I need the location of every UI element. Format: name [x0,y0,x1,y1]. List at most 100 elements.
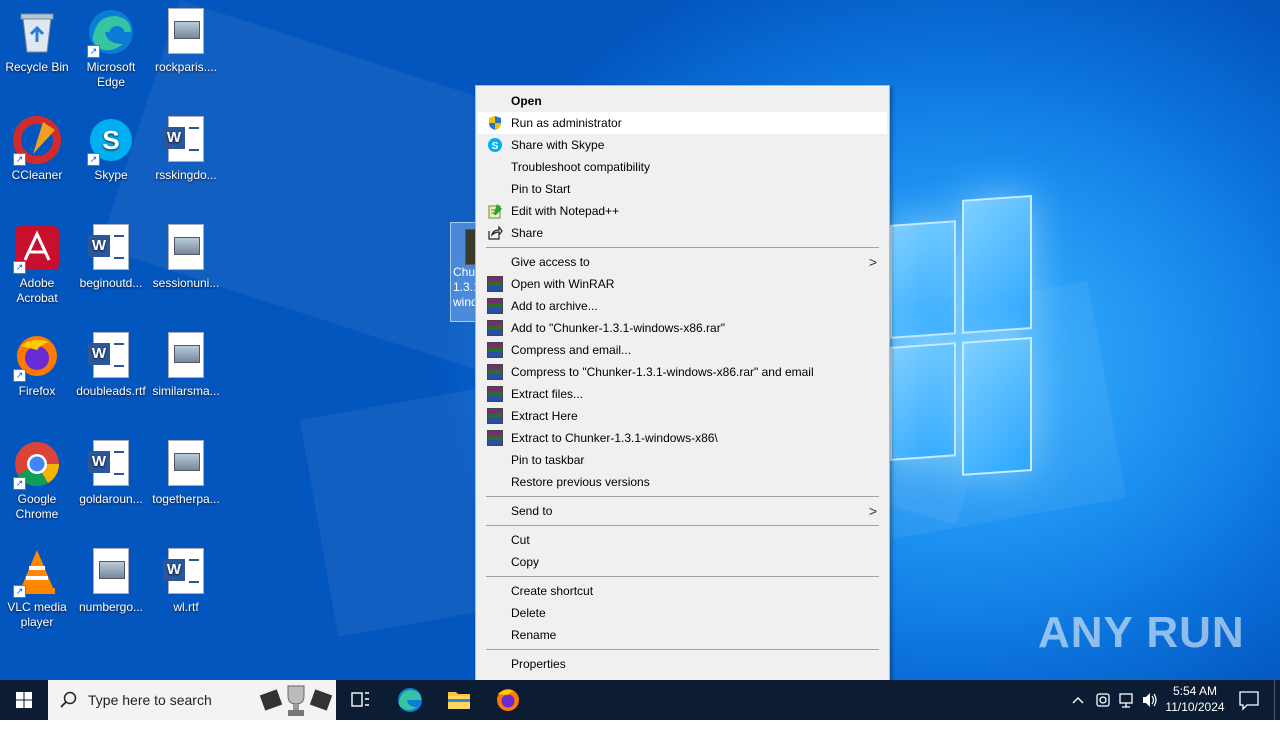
menu-separator [486,496,879,497]
desktop-icon-adobe-acrobat[interactable]: ↗ Adobe Acrobat [0,224,74,306]
menu-item-label: Cut [511,533,530,547]
menu-item-delete[interactable]: Delete [478,602,887,624]
menu-item-share[interactable]: Share [478,222,887,244]
menu-item-label: Open with WinRAR [511,277,615,291]
anyrun-watermark: ANY RUN [1038,608,1245,657]
desktop-icon-similarsma[interactable]: similarsma... [149,332,223,399]
winrar-icon [487,386,503,402]
menu-item-label: Extract files... [511,387,584,401]
menu-item-label: Open [511,94,542,108]
menu-item-give-access-to[interactable]: Give access to > [478,251,887,273]
menu-item-open-with-winrar[interactable]: Open with WinRAR [478,273,887,295]
desktop[interactable]: Recycle Bin ↗ CCleaner ↗ Adobe Acrobat ↗… [0,0,1280,680]
svg-text:S: S [492,141,499,152]
menu-item-label: Troubleshoot compatibility [511,160,650,174]
desktop-icon-skype[interactable]: S ↗ Skype [74,116,148,183]
desktop-icon-label: beginoutd... [79,276,143,290]
menu-item-extract-files[interactable]: Extract files... [478,383,887,405]
menu-item-cut[interactable]: Cut [478,529,887,551]
chevron-right-icon: > [868,503,877,519]
menu-item-add-to-archive[interactable]: Add to archive... [478,295,887,317]
word-doc-icon: W [87,224,135,272]
desktop-icon-doubleads[interactable]: W doubleads.rtf [74,332,148,399]
menu-item-run-as-administrator[interactable]: Run as administrator [478,112,887,134]
menu-item-restore-previous-versions[interactable]: Restore previous versions [478,471,887,493]
menu-item-create-shortcut[interactable]: Create shortcut [478,580,887,602]
menu-item-rename[interactable]: Rename [478,624,887,646]
menu-item-pin-to-taskbar[interactable]: Pin to taskbar [478,449,887,471]
menu-item-add-to-rar[interactable]: Add to "Chunker-1.3.1-windows-x86.rar" [478,317,887,339]
menu-item-send-to[interactable]: Send to > [478,500,887,522]
share-icon [487,225,503,241]
winrar-icon [487,408,503,424]
taskbar-edge[interactable] [386,680,434,720]
menu-item-label: Compress to "Chunker-1.3.1-windows-x86.r… [511,365,814,379]
menu-item-copy[interactable]: Copy [478,551,887,573]
menu-item-label: Restore previous versions [511,475,650,489]
desktop-icon-goldaroun[interactable]: W goldaroun... [74,440,148,507]
menu-item-pin-to-start[interactable]: Pin to Start [478,178,887,200]
chevron-right-icon: > [868,254,877,270]
menu-item-edit-with-notepadpp[interactable]: Edit with Notepad++ [478,200,887,222]
desktop-icon-recycle-bin[interactable]: Recycle Bin [0,8,74,75]
task-view-icon [351,692,369,707]
menu-item-label: Edit with Notepad++ [511,204,620,218]
menu-item-compress-to-rar-and-email[interactable]: Compress to "Chunker-1.3.1-windows-x86.r… [478,361,887,383]
word-doc-icon: W [162,116,210,164]
windows-logo-wallpaper [890,194,1032,485]
desktop-icon-microsoft-edge[interactable]: ↗ Microsoft Edge [74,8,148,90]
winrar-icon [487,276,503,292]
desktop-icon-numbergo[interactable]: numbergo... [74,548,148,615]
action-center-button[interactable] [1232,680,1266,720]
taskbar: Type here to search 5:54 AM 11/10/2024 [0,680,1280,720]
menu-item-share-with-skype[interactable]: S Share with Skype [478,134,887,156]
tray-volume-button[interactable] [1140,680,1160,720]
winrar-icon [487,320,503,336]
desktop-icon-beginoutd[interactable]: W beginoutd... [74,224,148,291]
task-view-button[interactable] [336,680,384,720]
clock-time: 5:54 AM [1172,684,1218,698]
notepadpp-icon [487,203,503,219]
menu-item-extract-to-folder[interactable]: Extract to Chunker-1.3.1-windows-x86\ [478,427,887,449]
desktop-icon-google-chrome[interactable]: ↗ Google Chrome [0,440,74,522]
skype-icon: S ↗ [87,116,135,166]
desktop-icon-sessionuni[interactable]: sessionuni... [149,224,223,291]
camera-icon [1096,693,1110,707]
desktop-icon-wl-rtf[interactable]: W wl.rtf [149,548,223,615]
menu-item-label: Run as administrator [511,116,622,130]
desktop-icon-ccleaner[interactable]: ↗ CCleaner [0,116,74,183]
menu-item-properties[interactable]: Properties [478,653,887,675]
tray-network-button[interactable] [1117,680,1137,720]
menu-item-compress-and-email[interactable]: Compress and email... [478,339,887,361]
show-hidden-icons-button[interactable] [1070,680,1088,720]
desktop-icon-firefox[interactable]: ↗ Firefox [0,332,74,399]
taskbar-firefox[interactable] [484,680,532,720]
menu-item-troubleshoot-compatibility[interactable]: Troubleshoot compatibility [478,156,887,178]
desktop-icon-vlc[interactable]: ↗ VLC media player [0,548,74,630]
menu-item-open[interactable]: Open [478,90,887,112]
menu-item-extract-here[interactable]: Extract Here [478,405,887,427]
start-button[interactable] [0,680,48,720]
desktop-icon-label: CCleaner [11,168,63,182]
desktop-icon-rsskingdo[interactable]: W rsskingdo... [149,116,223,183]
desktop-icon-label: Firefox [18,384,56,398]
menu-item-label: Give access to [511,255,590,269]
taskbar-file-explorer[interactable] [435,680,483,720]
winrar-icon [487,430,503,446]
show-desktop-button[interactable] [1274,680,1275,720]
tray-camera-button[interactable] [1094,680,1112,720]
taskbar-search-box[interactable]: Type here to search [48,680,336,720]
chevron-up-icon [1072,697,1084,704]
notification-icon [1239,691,1259,711]
desktop-icon-label: doubleads.rtf [76,384,146,398]
winrar-icon [487,364,503,380]
word-doc-icon: W [87,332,135,380]
desktop-icon-label: Recycle Bin [5,60,69,74]
ccleaner-icon: ↗ [13,116,61,166]
menu-item-label: Share [511,226,544,240]
taskbar-clock[interactable]: 5:54 AM 11/10/2024 [1160,683,1230,715]
desktop-icon-rockparis[interactable]: rockparis.... [149,8,223,75]
menu-item-label: Pin to Start [511,182,571,196]
desktop-icon-togetherpa[interactable]: togetherpa... [149,440,223,507]
windows-start-icon [16,692,32,708]
